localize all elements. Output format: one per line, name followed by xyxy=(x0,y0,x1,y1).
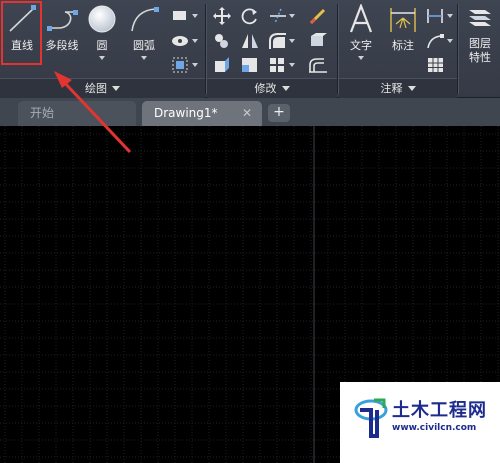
tab-drawing1-label: Drawing1* xyxy=(154,106,218,120)
dimension-tool-label: 标注 xyxy=(392,39,414,52)
modify-panel-title: 修改 xyxy=(254,82,277,95)
linear-dim-button[interactable] xyxy=(425,6,453,26)
watermark-logo xyxy=(354,398,388,438)
explode-icon xyxy=(311,33,327,46)
rectangle-tool-button[interactable] xyxy=(170,6,198,26)
circle-dropdown-icon[interactable] xyxy=(99,56,105,60)
close-icon[interactable]: ✕ xyxy=(242,101,252,125)
mirror-tool-button[interactable] xyxy=(239,31,261,51)
offset-tool-button[interactable] xyxy=(307,55,329,75)
offset-icon xyxy=(309,58,327,73)
watermark-title: 土木工程网 xyxy=(392,400,487,421)
leader-icon xyxy=(427,34,444,49)
trim-icon xyxy=(270,8,286,24)
table-tool-button[interactable] xyxy=(425,55,447,75)
watermark: 土木工程网 www.civilcn.com xyxy=(340,382,500,463)
move-tool-button[interactable] xyxy=(211,6,233,26)
layer-label-line1: 图层 xyxy=(469,37,491,50)
stretch-icon xyxy=(215,57,229,72)
arc-dropdown-icon[interactable] xyxy=(141,56,147,60)
file-tab-bar: 开始 Drawing1* ✕ + xyxy=(0,98,500,126)
hatch-icon xyxy=(172,57,188,73)
scale-icon xyxy=(242,58,257,72)
panel-divider xyxy=(337,4,338,94)
annotation-panel: 文字 标注 注释 xyxy=(339,0,457,98)
fillet-tool-button[interactable] xyxy=(267,31,295,51)
tab-start-label: 开始 xyxy=(30,106,55,120)
tab-drawing1[interactable]: Drawing1* ✕ xyxy=(142,101,262,126)
polyline-icon xyxy=(47,10,78,31)
leader-tool-button[interactable] xyxy=(425,31,453,51)
watermark-url: www.civilcn.com xyxy=(392,423,477,433)
mirror-icon xyxy=(242,34,258,48)
linear-dimension-icon xyxy=(427,9,443,23)
dimension-icon xyxy=(390,8,416,32)
panel-divider xyxy=(457,4,458,94)
modify-panel-footer[interactable]: 修改 xyxy=(207,78,337,98)
ellipse-tool-button[interactable] xyxy=(170,31,198,51)
layer-properties-button[interactable]: 图层 特性 xyxy=(460,2,500,68)
polyline-tool-label: 多段线 xyxy=(45,39,79,52)
rotate-icon xyxy=(241,8,257,25)
copy-icon xyxy=(215,34,228,48)
ribbon: 直线 多段线 圆 圆弧 绘图 修改 文字 标注 注释 图层 特性 xyxy=(0,0,500,98)
scale-tool-button[interactable] xyxy=(239,55,261,75)
move-icon xyxy=(213,7,231,25)
layer-label-line2: 特性 xyxy=(469,51,491,64)
arc-icon xyxy=(131,7,159,32)
circle-tool-label: 圆 xyxy=(96,39,108,52)
eraser-icon xyxy=(309,8,326,25)
annotation-panel-footer[interactable]: 注释 xyxy=(339,78,457,98)
circle-tool-button[interactable]: 圆 xyxy=(82,2,122,68)
circle-icon xyxy=(88,5,116,33)
table-icon xyxy=(428,58,443,72)
text-tool-label: 文字 xyxy=(350,39,372,52)
chevron-down-icon xyxy=(407,86,416,91)
ellipse-icon xyxy=(172,36,188,46)
draw-panel-footer[interactable]: 绘图 xyxy=(0,78,205,98)
text-tool-button[interactable]: 文字 xyxy=(341,2,381,68)
draw-panel-title: 绘图 xyxy=(85,82,107,95)
copy-tool-button[interactable] xyxy=(211,31,233,51)
modify-panel: 修改 xyxy=(207,0,337,98)
array-tool-button[interactable] xyxy=(267,55,295,75)
arc-tool-button[interactable]: 圆弧 xyxy=(124,2,164,68)
fillet-icon xyxy=(269,33,286,49)
rotate-tool-button[interactable] xyxy=(239,6,261,26)
panel-divider xyxy=(205,4,206,94)
text-dropdown-icon[interactable] xyxy=(358,56,364,60)
tab-start[interactable]: 开始 xyxy=(18,101,136,126)
rectangle-icon xyxy=(173,11,186,20)
explode-tool-button[interactable] xyxy=(307,31,329,51)
layer-properties-label: 图层 特性 xyxy=(460,37,500,65)
stretch-tool-button[interactable] xyxy=(211,55,233,75)
layers-icon xyxy=(469,10,491,26)
polyline-tool-button[interactable]: 多段线 xyxy=(42,2,82,68)
chevron-down-icon xyxy=(112,86,120,91)
arc-tool-label: 圆弧 xyxy=(133,39,155,52)
array-icon xyxy=(270,58,284,72)
trim-tool-button[interactable] xyxy=(267,6,295,26)
text-A-icon xyxy=(349,4,373,33)
annotation-panel-title: 注释 xyxy=(380,82,403,95)
hatch-tool-button[interactable] xyxy=(170,55,198,75)
erase-tool-button[interactable] xyxy=(307,6,329,26)
dimension-tool-button[interactable]: 标注 xyxy=(383,2,423,68)
layer-properties-panel: 图层 特性 xyxy=(459,0,500,98)
line-tool-highlight xyxy=(1,1,42,65)
new-tab-button[interactable]: + xyxy=(268,104,290,122)
chevron-down-icon xyxy=(281,86,290,91)
